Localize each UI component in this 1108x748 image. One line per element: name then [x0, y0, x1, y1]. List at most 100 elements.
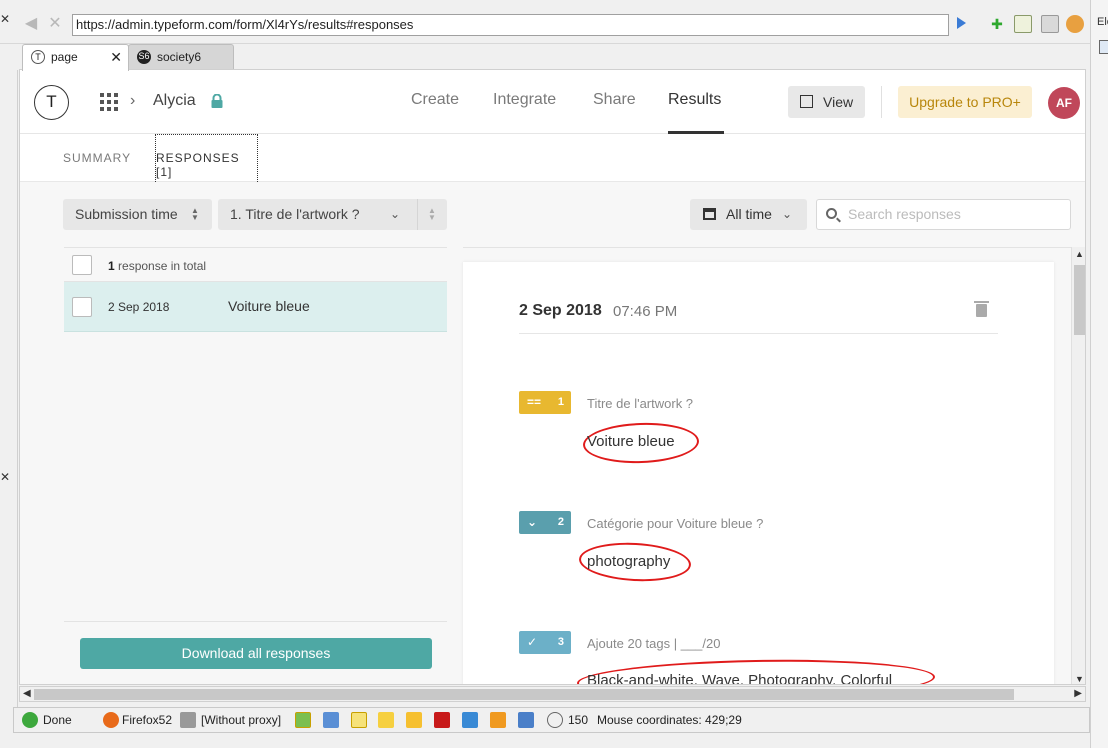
row-checkbox[interactable]: [72, 297, 92, 317]
window-icon[interactable]: [323, 712, 339, 728]
trash-icon[interactable]: [974, 301, 989, 317]
sidebar-close-icon[interactable]: ✕: [0, 470, 10, 484]
devtools-label: Ele: [1097, 16, 1108, 28]
search-input[interactable]: Search responses: [816, 199, 1071, 230]
tab-label: society6: [157, 50, 202, 64]
search-icon: [826, 208, 837, 219]
question-answer: Black-and-white, Wave, Photography, Colo…: [587, 672, 893, 685]
firefox-icon: [103, 712, 119, 728]
back-icon[interactable]: ◀: [20, 13, 42, 35]
chevron-right-icon: ›: [130, 92, 136, 109]
question-title: Titre de l'artwork ?: [587, 396, 694, 411]
search-placeholder: Search responses: [848, 206, 961, 222]
chevron-down-icon: ⌄: [390, 207, 401, 221]
question-select-value: 1. Titre de l'artwork ?: [230, 206, 360, 222]
view-button[interactable]: View: [788, 86, 865, 118]
flash-icon[interactable]: [434, 712, 450, 728]
nav-share[interactable]: Share: [593, 91, 636, 109]
apps-grid-icon[interactable]: [100, 93, 118, 111]
sort-label: Submission time: [75, 206, 178, 222]
sort-order-icon[interactable]: ▲ ▼: [428, 207, 436, 222]
music-icon[interactable]: [518, 712, 534, 728]
mouse-coordinates: Mouse coordinates: 429;29: [597, 713, 742, 727]
clock-icon: [547, 712, 563, 728]
sort-updown-icon: ▲ ▼: [191, 206, 199, 222]
nav-create[interactable]: Create: [411, 91, 459, 109]
select-all-checkbox[interactable]: [72, 255, 92, 275]
typeform-logo[interactable]: T: [34, 85, 69, 120]
devtools-icon[interactable]: [1099, 40, 1108, 54]
short-text-icon: ==: [527, 395, 542, 409]
horizontal-scrollbar[interactable]: ◀ ▶: [19, 686, 1086, 702]
lock-icon: [211, 94, 223, 108]
tab-page[interactable]: T page ✕: [22, 44, 129, 71]
lightning-icon[interactable]: [406, 712, 422, 728]
time-filter-button[interactable]: All time ⌄: [690, 199, 807, 230]
right-devtools-strip: Ele: [1090, 0, 1108, 748]
question-badge: ⌄ 2: [519, 511, 571, 534]
chevron-down-icon: ⌄: [782, 207, 793, 221]
status-text: Done: [43, 713, 72, 727]
done-check-icon: [22, 712, 38, 728]
sidebar-close-icon[interactable]: ✕: [0, 12, 12, 26]
cookie-icon[interactable]: [1066, 15, 1084, 33]
list-footer-divider: [64, 621, 447, 622]
row-date: 2 Sep 2018: [108, 300, 170, 314]
proxy-status[interactable]: [Without proxy]: [201, 713, 281, 727]
stop-icon[interactable]: ✕: [44, 13, 66, 35]
response-total: 1 response in total: [108, 259, 207, 273]
society6-tab-icon: S6: [137, 50, 151, 64]
question-answer: Voiture bleue: [587, 433, 675, 450]
row-value: Voiture bleue: [228, 298, 310, 314]
typeform-tab-icon: T: [31, 50, 45, 64]
responses-list: 1 response in total 2 Sep 2018 Voiture b…: [64, 247, 447, 684]
pen-icon[interactable]: [490, 712, 506, 728]
nav-integrate[interactable]: Integrate: [493, 91, 556, 109]
tab-close-icon[interactable]: ✕: [110, 45, 122, 69]
tab-summary[interactable]: SUMMARY: [63, 151, 131, 165]
nav-results[interactable]: Results: [668, 91, 721, 109]
time-filter-label: All time: [726, 206, 772, 222]
go-icon[interactable]: [957, 17, 966, 29]
question-select[interactable]: 1. Titre de l'artwork ? ⌄ ▲ ▼: [218, 199, 447, 230]
vertical-scrollbar[interactable]: ▲ ▼: [1071, 247, 1085, 684]
scroll-thumb[interactable]: [34, 689, 1014, 700]
list-item[interactable]: 2 Sep 2018 Voiture bleue: [64, 282, 447, 332]
tab-strip: T page ✕ S6 society6: [18, 40, 1090, 71]
page-icon[interactable]: [1014, 15, 1032, 33]
question-title: Ajoute 20 tags | ___/20: [587, 636, 721, 651]
browser-name: Firefox52: [122, 713, 173, 727]
tab-label: page: [51, 50, 78, 64]
question-answer: photography: [587, 553, 671, 570]
header-separator: [881, 86, 882, 118]
responses-area: Submission time ▲ ▼ 1. Titre de l'artwork…: [20, 182, 1085, 685]
detail-top-divider: [463, 247, 1072, 248]
scroll-left-icon[interactable]: ◀: [23, 688, 31, 699]
image-icon[interactable]: [295, 712, 311, 728]
monitor-icon[interactable]: [462, 712, 478, 728]
scroll-up-icon[interactable]: ▲: [1075, 249, 1084, 259]
download-all-button[interactable]: Download all responses: [80, 638, 432, 669]
list-header: 1 response in total: [64, 247, 447, 282]
proxy-icon[interactable]: [180, 712, 196, 728]
url-input[interactable]: https://admin.typeform.com/form/Xl4rYs/r…: [72, 14, 949, 36]
frame-icon[interactable]: [351, 712, 367, 728]
add-icon[interactable]: ✚: [988, 15, 1006, 33]
workspace-name[interactable]: Alycia: [153, 92, 196, 110]
external-link-icon: [800, 95, 813, 108]
avatar[interactable]: AF: [1048, 87, 1080, 119]
scroll-right-icon[interactable]: ▶: [1074, 688, 1082, 699]
database-icon[interactable]: [1041, 15, 1059, 33]
css-icon[interactable]: [378, 712, 394, 728]
browser-toolbar: ✕ ◀ ✕ https://admin.typeform.com/form/Xl…: [0, 0, 1108, 44]
scroll-thumb[interactable]: [1074, 265, 1085, 335]
tab-society6[interactable]: S6 society6: [128, 44, 234, 70]
response-time: 07:46 PM: [613, 303, 678, 320]
calendar-icon: [703, 208, 716, 220]
upgrade-button[interactable]: Upgrade to PRO+: [898, 86, 1032, 118]
response-detail: 2 Sep 2018 07:46 PM == 1 Titre de l'artw…: [463, 262, 1054, 685]
question-title: Catégorie pour Voiture bleue ?: [587, 516, 764, 531]
response-divider: [519, 333, 998, 334]
scroll-down-icon[interactable]: ▼: [1075, 674, 1084, 684]
sort-by-button[interactable]: Submission time ▲ ▼: [63, 199, 212, 230]
